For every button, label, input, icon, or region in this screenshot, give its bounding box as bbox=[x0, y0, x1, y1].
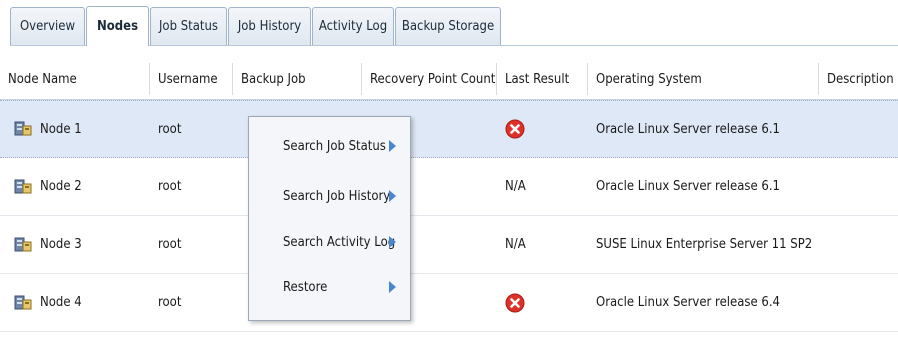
operating-system-cell: Oracle Linux Server release 6.4 bbox=[596, 295, 780, 310]
error-icon bbox=[505, 119, 525, 139]
server-node-icon bbox=[14, 295, 32, 309]
column-header-last-result[interactable]: Last Result bbox=[497, 59, 587, 99]
menu-item-restore[interactable]: Restore bbox=[249, 272, 410, 302]
menu-item-label: Search Activity Log bbox=[283, 234, 396, 250]
submenu-arrow-icon bbox=[389, 281, 396, 293]
tab-label: Activity Log bbox=[318, 19, 388, 34]
server-node-icon bbox=[14, 179, 32, 193]
username-cell: root bbox=[158, 179, 182, 194]
column-header-backup-job[interactable]: Backup Job bbox=[233, 59, 361, 99]
tab-backup-storage[interactable]: Backup Storage bbox=[395, 7, 501, 45]
tab-label: Job History bbox=[237, 19, 302, 34]
column-header-username[interactable]: Username bbox=[150, 59, 232, 99]
last-result-cell bbox=[505, 274, 525, 331]
username-cell: root bbox=[158, 295, 182, 310]
operating-system-cell: Oracle Linux Server release 6.1 bbox=[596, 179, 780, 194]
tab-overview[interactable]: Overview bbox=[10, 7, 85, 45]
node-name: Node 1 bbox=[40, 121, 82, 137]
node-name-cell: Node 1 bbox=[14, 101, 82, 157]
submenu-arrow-icon bbox=[389, 236, 396, 248]
username-cell: root bbox=[158, 237, 182, 252]
grid-header: Node Name Username Backup Job Recovery P… bbox=[0, 59, 898, 100]
last-result-cell: N/A bbox=[505, 237, 526, 252]
menu-item-label: Restore bbox=[283, 279, 328, 295]
last-result-cell: N/A bbox=[505, 179, 526, 194]
submenu-arrow-icon bbox=[389, 140, 396, 152]
tab-label: Job Status bbox=[158, 19, 218, 34]
node-name-cell: Node 3 bbox=[14, 216, 82, 273]
tab-label: Overview bbox=[19, 19, 76, 34]
operating-system-cell: Oracle Linux Server release 6.1 bbox=[596, 121, 780, 137]
node-name-cell: Node 2 bbox=[14, 158, 82, 215]
username-cell: root bbox=[158, 121, 182, 137]
table-row[interactable]: Node 4 root Oracle Linux Server release … bbox=[0, 274, 898, 332]
menu-item-search-job-status[interactable]: Search Job Status bbox=[249, 131, 410, 161]
column-header-node-name[interactable]: Node Name bbox=[0, 59, 149, 99]
error-icon bbox=[505, 293, 525, 312]
node-name-cell: Node 4 bbox=[14, 274, 82, 331]
server-node-icon bbox=[14, 121, 32, 136]
context-menu: Search Job Status Search Job History Sea… bbox=[248, 116, 411, 321]
node-name: Node 2 bbox=[40, 179, 82, 194]
server-node-icon bbox=[14, 237, 32, 251]
menu-item-label: Search Job Status bbox=[283, 138, 386, 154]
submenu-arrow-icon bbox=[389, 190, 396, 202]
column-header-operating-system[interactable]: Operating System bbox=[588, 59, 818, 99]
last-result-cell bbox=[505, 101, 525, 157]
tab-nodes[interactable]: Nodes bbox=[86, 6, 149, 46]
tab-activity-log[interactable]: Activity Log bbox=[312, 7, 394, 45]
table-row[interactable]: Node 2 root N/A Oracle Linux Server rele… bbox=[0, 158, 898, 216]
menu-item-label: Search Job History bbox=[283, 188, 391, 204]
node-name: Node 4 bbox=[40, 295, 82, 310]
tab-label: Nodes bbox=[96, 19, 139, 34]
menu-item-search-activity-log[interactable]: Search Activity Log bbox=[249, 227, 410, 257]
tab-job-status[interactable]: Job Status bbox=[150, 7, 227, 45]
table-row[interactable]: Node 3 root N/A SUSE Linux Enterprise Se… bbox=[0, 216, 898, 274]
tab-label: Backup Storage bbox=[401, 19, 495, 34]
node-name: Node 3 bbox=[40, 237, 82, 252]
column-header-description[interactable]: Description bbox=[819, 59, 898, 99]
operating-system-cell: SUSE Linux Enterprise Server 11 SP2 bbox=[596, 237, 813, 252]
tab-job-history[interactable]: Job History bbox=[228, 7, 311, 45]
tab-bar: Overview Nodes Job Status Job History Ac… bbox=[0, 0, 898, 46]
column-header-recovery-point-count[interactable]: Recovery Point Count bbox=[362, 59, 496, 99]
menu-item-search-job-history[interactable]: Search Job History bbox=[249, 181, 410, 211]
table-row[interactable]: Node 1 root Oracle Linux Server release … bbox=[0, 100, 898, 158]
